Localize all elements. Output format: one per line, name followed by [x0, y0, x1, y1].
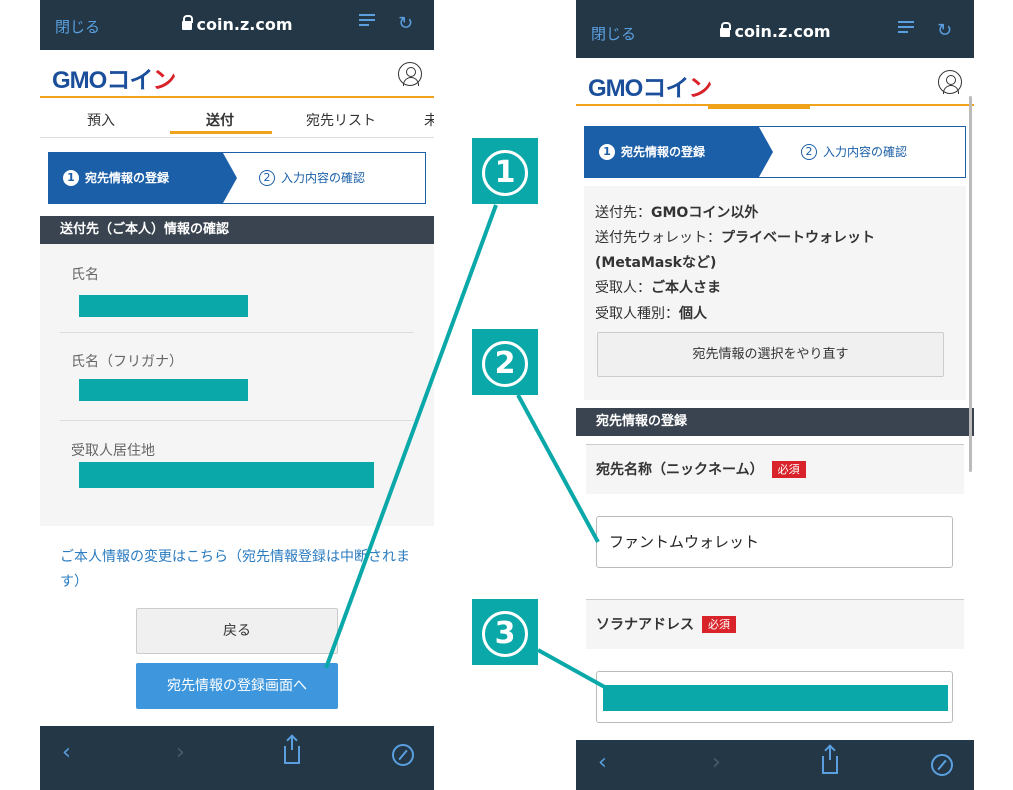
go-to-registration-button[interactable]: 宛先情報の登録画面へ	[136, 663, 338, 709]
address-field-label: ソラナアドレス 必須	[586, 599, 964, 649]
back-button[interactable]: 戻る	[136, 608, 338, 654]
active-tab-indicator	[170, 131, 272, 134]
callout-3: 3	[472, 599, 538, 665]
wallet-line-2: (MetaMaskなど)	[595, 255, 717, 271]
solana-address-input[interactable]	[596, 671, 953, 723]
url-text: coin.z.com	[196, 15, 293, 34]
step-2-number: 2	[801, 144, 817, 160]
step-1-number: 1	[63, 170, 79, 186]
tab-send[interactable]: 送付	[206, 110, 234, 130]
reselect-destination-button[interactable]: 宛先情報の選択をやり直す	[597, 332, 944, 377]
step-2-number: 2	[259, 170, 275, 186]
back-arrow-icon[interactable]: ‹	[62, 740, 71, 765]
tab-address-list[interactable]: 宛先リスト	[306, 110, 376, 130]
step-2: 2 入力内容の確認	[259, 153, 365, 203]
step-1: 1 宛先情報の登録	[585, 127, 759, 177]
account-icon[interactable]	[398, 62, 422, 86]
url-bar[interactable]: coin.z.com	[576, 22, 974, 41]
progress-stepper: 1 宛先情報の登録 2 入力内容の確認	[584, 126, 966, 178]
callout-2: 2	[472, 329, 538, 395]
residence-label: 受取人居住地	[71, 443, 155, 459]
required-badge: 必須	[702, 616, 736, 633]
lock-icon	[181, 15, 193, 30]
change-info-link[interactable]: ご本人情報の変更はこちら（宛先情報登録は中断されます）	[60, 545, 420, 595]
recipient-type-line: 受取人種別：個人	[595, 306, 707, 322]
divider	[60, 420, 414, 421]
compass-icon[interactable]	[392, 744, 414, 766]
site-header: GMOコイン	[40, 50, 434, 98]
back-arrow-icon[interactable]: ‹	[598, 750, 607, 775]
browser-top-bar: 閉じる coin.z.com ↻	[576, 0, 974, 58]
required-badge: 必須	[771, 461, 806, 478]
active-tab-indicator	[708, 106, 810, 109]
gmo-coin-logo[interactable]: GMOコイン	[52, 60, 176, 95]
forward-arrow-icon[interactable]: ›	[712, 750, 721, 775]
step-arrow	[223, 153, 237, 203]
section-title: 送付先（ご本人）情報の確認	[40, 216, 434, 244]
callout-1: 1	[472, 138, 538, 204]
left-phone-screen: 閉じる coin.z.com ↻ GMOコイン 預入 送付 宛先リスト 未 1宛…	[40, 0, 434, 790]
right-phone-screen: 閉じる coin.z.com ↻ GMOコイン 1 宛先情報の登録 2 入力内容の確…	[576, 0, 974, 790]
browser-top-bar: 閉じる coin.z.com ↻	[40, 0, 434, 50]
step-2: 2 入力内容の確認	[801, 127, 907, 177]
tab-bar: 預入 送付 宛先リスト 未	[40, 100, 434, 138]
step-arrow	[759, 127, 773, 177]
reader-icon[interactable]	[359, 13, 375, 29]
step-1: 1 宛先情報の登録	[49, 153, 223, 203]
redacted-name	[79, 295, 248, 317]
redacted-address	[603, 685, 948, 711]
recipient-line: 受取人：ご本人さま	[595, 280, 721, 296]
url-text: coin.z.com	[734, 22, 831, 41]
progress-stepper: 1 宛先情報の登録 2 入力内容の確認	[48, 152, 426, 204]
compass-icon[interactable]	[931, 754, 953, 776]
tab-deposit[interactable]: 預入	[87, 110, 115, 130]
identity-info-panel: 氏名 氏名（フリガナ） 受取人居住地	[40, 244, 434, 526]
reload-icon[interactable]: ↻	[398, 13, 413, 34]
account-icon[interactable]	[938, 70, 962, 94]
step-1-number: 1	[599, 144, 615, 160]
lock-icon	[719, 22, 731, 37]
redacted-residence	[79, 462, 374, 488]
furigana-label: 氏名（フリガナ）	[71, 354, 183, 370]
site-header: GMOコイン	[576, 58, 974, 106]
divider	[60, 332, 414, 333]
forward-arrow-icon[interactable]: ›	[176, 740, 185, 765]
tab-more[interactable]: 未	[424, 110, 434, 130]
nickname-field-label: 宛先名称（ニックネーム） 必須	[586, 444, 964, 494]
name-label: 氏名	[71, 267, 99, 283]
browser-bottom-bar: ‹ ›	[40, 726, 434, 790]
share-icon[interactable]	[284, 736, 300, 764]
share-icon[interactable]	[822, 746, 838, 774]
gmo-coin-logo[interactable]: GMOコイン	[588, 68, 712, 103]
reload-icon[interactable]: ↻	[937, 20, 952, 41]
scrollbar[interactable]	[969, 96, 972, 472]
browser-bottom-bar: ‹ ›	[576, 740, 974, 790]
section-title: 宛先情報の登録	[576, 408, 974, 436]
redacted-furigana	[79, 379, 248, 401]
nickname-input[interactable]: ファントムウォレット	[596, 516, 953, 568]
wallet-line: 送付先ウォレット：プライベートウォレット	[595, 230, 875, 246]
destination-line: 送付先：GMOコイン以外	[595, 205, 759, 221]
reader-icon[interactable]	[898, 20, 914, 36]
